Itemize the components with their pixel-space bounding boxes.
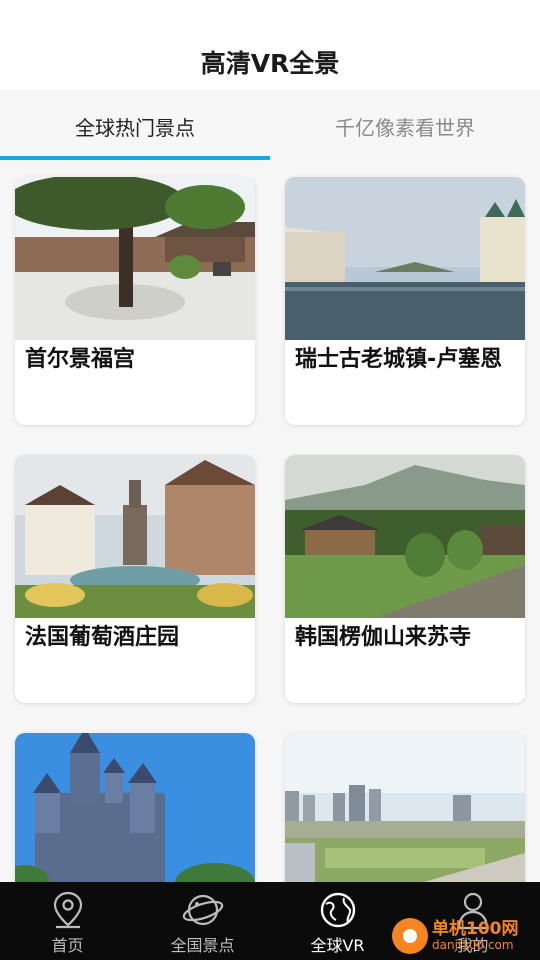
scenic-thumbnail xyxy=(285,733,525,882)
nav-home[interactable]: 首页 xyxy=(0,882,135,960)
scenic-title: 法国葡萄酒庄园 xyxy=(25,625,180,650)
watermark-logo-icon xyxy=(392,918,428,954)
nav-national-spots[interactable]: 全国景点 xyxy=(135,882,270,960)
scenic-card[interactable] xyxy=(15,733,255,882)
scenic-card[interactable]: 法国葡萄酒庄园 xyxy=(15,455,255,703)
scenic-card[interactable] xyxy=(285,733,525,882)
nav-label: 全球VR xyxy=(310,936,365,955)
scenic-thumbnail xyxy=(15,455,255,618)
watermark-url: danji100.com xyxy=(432,938,514,952)
scenic-card[interactable]: 瑞士古老城镇-卢塞恩 xyxy=(285,177,525,425)
planet-icon xyxy=(181,890,225,934)
watermark: 单机100网 danji100.com xyxy=(392,912,540,960)
scenic-thumbnail xyxy=(285,455,525,618)
tab-global-hot-spots[interactable]: 全球热门景点 xyxy=(0,90,270,162)
nav-label: 首页 xyxy=(51,936,84,955)
page-title: 高清VR全景 xyxy=(200,49,340,78)
nav-global-vr[interactable]: 全球VR xyxy=(270,882,405,960)
scenic-title: 韩国楞伽山来苏寺 xyxy=(295,625,472,650)
nav-label: 全国景点 xyxy=(170,936,235,955)
scenic-title: 瑞士古老城镇-卢塞恩 xyxy=(295,347,503,372)
watermark-text: 单机100网 xyxy=(432,919,519,939)
scenic-card[interactable]: 韩国楞伽山来苏寺 xyxy=(285,455,525,703)
scenic-thumbnail xyxy=(15,733,255,882)
scenic-thumbnail xyxy=(285,177,525,340)
tab-bar: 全球热门景点 千亿像素看世界 xyxy=(0,90,540,162)
scenic-grid: 首尔景福宫 瑞士古老城镇-卢塞恩 法国葡萄酒庄园 韩国楞伽山来苏寺 xyxy=(0,162,540,882)
tab-gigapixel-world[interactable]: 千亿像素看世界 xyxy=(270,90,540,162)
scenic-thumbnail xyxy=(15,177,255,340)
scenic-card[interactable]: 首尔景福宫 xyxy=(15,177,255,425)
scenic-title: 首尔景福宫 xyxy=(25,347,136,372)
location-pin-icon xyxy=(51,890,85,934)
active-tab-indicator xyxy=(0,156,270,160)
globe-icon xyxy=(318,890,358,934)
title-bar: 高清VR全景 xyxy=(0,0,540,90)
